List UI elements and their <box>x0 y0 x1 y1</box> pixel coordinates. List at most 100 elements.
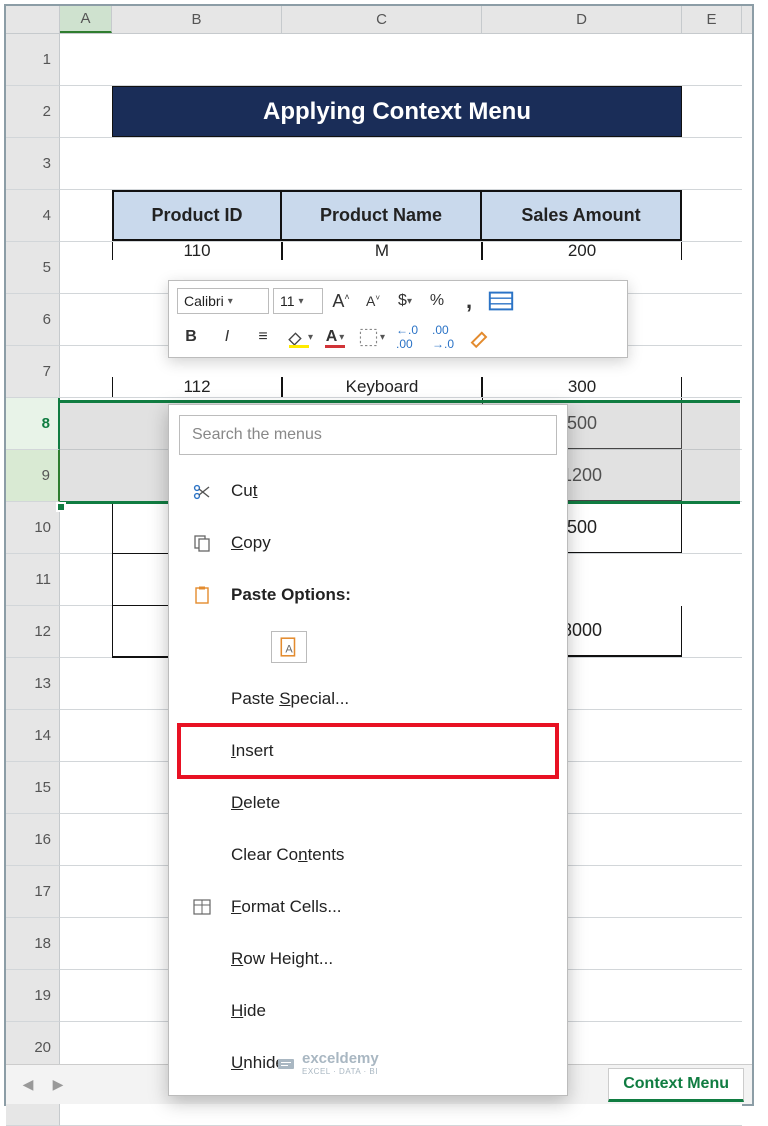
cell-value: 300 <box>482 377 682 397</box>
chevron-down-icon: ▾ <box>228 296 233 307</box>
row-head-6[interactable]: 6 <box>6 294 60 346</box>
format-table-button[interactable] <box>487 287 515 315</box>
row-head-13[interactable]: 13 <box>6 658 60 710</box>
cell[interactable] <box>112 138 282 190</box>
row-head-5[interactable]: 5 <box>6 242 60 294</box>
cell-c4[interactable]: Product Name <box>282 190 482 242</box>
percent-button[interactable]: % <box>423 287 451 315</box>
row-head-1[interactable]: 1 <box>6 34 60 86</box>
ctx-label: Format Cells... <box>231 897 557 917</box>
column-headers: A B C D E <box>6 6 752 34</box>
italic-button[interactable]: I <box>213 323 241 351</box>
currency-button[interactable]: $▾ <box>391 287 419 315</box>
cell-b4[interactable]: Product ID <box>112 190 282 242</box>
ctx-label: Row Height... <box>231 949 557 969</box>
decrease-decimal-button[interactable]: ←.0.00 <box>393 323 421 351</box>
row-head-17[interactable]: 17 <box>6 866 60 918</box>
font-color-button[interactable]: A▾ <box>321 323 349 351</box>
ctx-copy[interactable]: Copy <box>179 517 557 569</box>
title-cell[interactable]: Applying Context Menu <box>112 86 682 138</box>
bold-button[interactable]: B <box>177 323 205 351</box>
cell[interactable] <box>482 34 682 86</box>
cell[interactable] <box>682 190 742 242</box>
cell-d4[interactable]: Sales Amount <box>482 190 682 242</box>
decrease-font-button[interactable]: A˅ <box>359 287 387 315</box>
cell[interactable] <box>60 86 112 138</box>
tab-prev-button[interactable]: ◀ <box>16 1073 40 1097</box>
row-head-8[interactable]: 8 <box>6 398 60 450</box>
row-head-14[interactable]: 14 <box>6 710 60 762</box>
search-menu-input[interactable]: Search the menus <box>179 415 557 455</box>
cell[interactable] <box>682 242 742 294</box>
select-all-corner[interactable] <box>6 6 60 33</box>
tab-next-button[interactable]: ▶ <box>46 1073 70 1097</box>
row-head-15[interactable]: 15 <box>6 762 60 814</box>
clipboard-icon <box>191 585 213 605</box>
copy-icon <box>191 533 213 553</box>
cell[interactable] <box>682 86 742 138</box>
sheet-tab-active[interactable]: Context Menu <box>608 1068 744 1102</box>
comma-button[interactable]: , <box>455 287 483 315</box>
cell[interactable] <box>60 34 112 86</box>
table-header: Product Name <box>282 190 482 241</box>
row-head-11[interactable]: 11 <box>6 554 60 606</box>
cell[interactable] <box>60 138 112 190</box>
row-head-2[interactable]: 2 <box>6 86 60 138</box>
ctx-clear-contents[interactable]: Clear Contents <box>179 829 557 881</box>
ctx-label: Paste Special... <box>231 689 557 709</box>
col-head-e[interactable]: E <box>682 6 742 33</box>
scissors-icon <box>191 481 213 501</box>
ctx-label: Delete <box>231 793 557 813</box>
selection-handle[interactable] <box>56 502 66 512</box>
font-size-input[interactable]: 11 ▾ <box>273 288 323 314</box>
ctx-label: Cut <box>231 481 557 501</box>
borders-button[interactable]: ▾ <box>357 323 385 351</box>
ctx-paste-special[interactable]: Paste Special... <box>179 673 557 725</box>
row-head-9[interactable]: 9 <box>6 450 60 502</box>
cell-value: Keyboard <box>282 377 482 397</box>
ctx-paste-options: Paste Options: <box>179 569 557 621</box>
watermark-text: exceldemy <box>302 1050 379 1067</box>
ctx-cut[interactable]: Cut <box>179 465 557 517</box>
increase-font-button[interactable]: A˄ <box>327 287 355 315</box>
row-head-12[interactable]: 12 <box>6 606 60 658</box>
fill-color-button[interactable]: ▾ <box>285 323 313 351</box>
col-head-b[interactable]: B <box>112 6 282 33</box>
ctx-insert[interactable]: Insert <box>179 725 557 777</box>
row-head-3[interactable]: 3 <box>6 138 60 190</box>
font-name-input[interactable]: Calibri ▾ <box>177 288 269 314</box>
ctx-hide[interactable]: Hide <box>179 985 557 1037</box>
cell[interactable] <box>682 138 742 190</box>
ctx-format-cells[interactable]: Format Cells... <box>179 881 557 933</box>
cell-value: 112 <box>112 377 282 397</box>
row-head-18[interactable]: 18 <box>6 918 60 970</box>
cell[interactable] <box>282 34 482 86</box>
cell-value: 200 <box>482 242 682 260</box>
ctx-label: Paste Options: <box>231 585 557 605</box>
ctx-paste-all[interactable]: A <box>179 621 557 673</box>
cell[interactable] <box>112 34 282 86</box>
row-head-10[interactable]: 10 <box>6 502 60 554</box>
cell[interactable] <box>60 242 112 294</box>
col-head-c[interactable]: C <box>282 6 482 33</box>
ctx-delete[interactable]: Delete <box>179 777 557 829</box>
font-size: 11 <box>280 293 295 309</box>
increase-decimal-button[interactable]: .00→.0 <box>429 323 457 351</box>
table-header: Sales Amount <box>482 190 682 241</box>
cell[interactable] <box>60 190 112 242</box>
cell[interactable] <box>682 34 742 86</box>
row-head-4[interactable]: 4 <box>6 190 60 242</box>
ctx-row-height[interactable]: Row Height... <box>179 933 557 985</box>
watermark: exceldemy EXCEL · DATA · BI <box>276 1050 379 1076</box>
align-button[interactable]: ≡ <box>249 323 277 351</box>
format-painter-button[interactable] <box>465 323 493 351</box>
cell[interactable] <box>282 138 482 190</box>
row-head-16[interactable]: 16 <box>6 814 60 866</box>
row-head-19[interactable]: 19 <box>6 970 60 1022</box>
cell[interactable] <box>482 138 682 190</box>
col-head-a[interactable]: A <box>60 6 112 33</box>
format-cells-icon <box>191 897 213 917</box>
page-title: Applying Context Menu <box>112 86 682 137</box>
row-head-7[interactable]: 7 <box>6 346 60 398</box>
col-head-d[interactable]: D <box>482 6 682 33</box>
